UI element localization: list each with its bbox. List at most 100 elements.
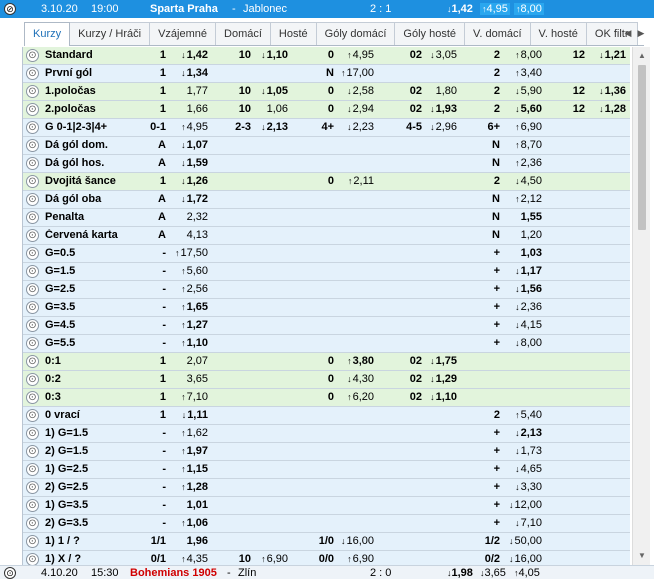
odd-cell[interactable]: ↓1,28	[599, 103, 626, 115]
expand-row-icon[interactable]: ⊙	[26, 49, 39, 62]
odd-cell[interactable]: ↑2,56	[181, 283, 208, 295]
odd-home[interactable]: ↓1,98	[447, 567, 473, 579]
odd-cell[interactable]: ↑3,80	[347, 355, 374, 367]
odd-cell[interactable]: ↓4,30	[347, 373, 374, 385]
collapse-icon[interactable]: ⊘	[4, 3, 16, 15]
tab-0[interactable]: Kurzy	[24, 22, 71, 46]
odd-cell[interactable]: ↑1,06	[181, 517, 208, 529]
odd-cell[interactable]: ↓12,00	[509, 499, 542, 511]
odd-cell[interactable]: ↓1,07	[181, 139, 208, 151]
scroll-down-icon[interactable]: ▼	[636, 550, 648, 562]
odd-cell[interactable]: ↑1,15	[181, 463, 208, 475]
expand-row-icon[interactable]: ⊙	[26, 517, 39, 530]
odd-cell[interactable]: ↑17,50	[175, 247, 208, 259]
odd-cell[interactable]: 1,80	[436, 85, 457, 97]
odd-cell[interactable]: 3,65	[187, 373, 208, 385]
odd-cell[interactable]: ↓1,36	[599, 85, 626, 97]
expand-row-icon[interactable]: ⊙	[26, 301, 39, 314]
match-row-top[interactable]: ⊘ 3.10.20 19:00 Sparta Praha - Jablonec …	[0, 0, 654, 18]
table-row[interactable]: ⊙ G 0-1|2-3|4+ 0-1 ↑4,95 2-3 ↓2,13 4+ ↓2,23 4-5 ↓…	[23, 119, 630, 137]
odd-cell[interactable]: ↓1,56	[515, 283, 542, 295]
odd-cell[interactable]: ↓16,00	[341, 535, 374, 547]
table-row[interactable]: ⊙ 0:3 1 ↑7,10 0 ↑6,20 02 ↓1,10	[23, 389, 630, 407]
odd-cell[interactable]: ↓1,73	[515, 445, 542, 457]
odd-cell[interactable]: ↓5,60	[515, 103, 542, 115]
odd-cell[interactable]: ↑5,60	[181, 265, 208, 277]
odd-cell[interactable]: ↑2,12	[515, 193, 542, 205]
odd-cell[interactable]: ↓1,05	[261, 85, 288, 97]
expand-row-icon[interactable]: ⊙	[26, 211, 39, 224]
tab-4[interactable]: Hosté	[269, 22, 317, 45]
odd-draw[interactable]: ↑4,95	[480, 3, 510, 15]
table-row[interactable]: ⊙ G=5.5 - ↑1,10 + ↓8,00	[23, 335, 630, 353]
odd-cell[interactable]: 2,32	[187, 211, 208, 223]
odd-cell[interactable]: ↑2,36	[515, 157, 542, 169]
table-row[interactable]: ⊙ Penalta A 2,32 N 1,55	[23, 209, 630, 227]
expand-row-icon[interactable]: ⊙	[26, 103, 39, 116]
odd-cell[interactable]: ↑8,00	[515, 49, 542, 61]
tab-scroll-right-icon[interactable]: ▶	[636, 26, 646, 40]
expand-row-icon[interactable]: ⊙	[26, 139, 39, 152]
odd-cell[interactable]: ↓2,36	[515, 301, 542, 313]
odd-cell[interactable]: ↓2,94	[347, 103, 374, 115]
vertical-scrollbar[interactable]: ▲ ▼	[632, 47, 650, 565]
expand-row-icon[interactable]: ⊙	[26, 355, 39, 368]
odd-cell[interactable]: ↑3,40	[515, 67, 542, 79]
odd-cell[interactable]: ↓8,00	[515, 337, 542, 349]
odd-cell[interactable]: ↑6,20	[347, 391, 374, 403]
table-row[interactable]: ⊙ Standard 1 ↓1,42 10 ↓1,10 0 ↑4,95 02 ↓3,05 2 ↑8,0…	[23, 47, 630, 65]
table-row[interactable]: ⊙ 0:2 1 3,65 0 ↓4,30 02 ↓1,29	[23, 371, 630, 389]
expand-row-icon[interactable]: ⊙	[26, 283, 39, 296]
expand-icon[interactable]: ⊙	[4, 567, 16, 579]
odd-cell[interactable]: ↓1,34	[181, 67, 208, 79]
odd-cell[interactable]: ↓1,42	[181, 49, 208, 61]
tab-7[interactable]: V. domácí	[464, 22, 531, 45]
expand-row-icon[interactable]: ⊙	[26, 247, 39, 260]
odd-cell[interactable]: ↑1,28	[181, 481, 208, 493]
expand-row-icon[interactable]: ⊙	[26, 427, 39, 440]
odd-cell[interactable]: ↓1,72	[181, 193, 208, 205]
expand-row-icon[interactable]: ⊙	[26, 463, 39, 476]
table-row[interactable]: ⊙ G=0.5 - ↑17,50 +1,03	[23, 245, 630, 263]
expand-row-icon[interactable]: ⊙	[26, 121, 39, 134]
odd-cell[interactable]: ↑1,10	[181, 337, 208, 349]
odd-cell[interactable]: ↓50,00	[509, 535, 542, 547]
odd-cell[interactable]: ↑2,11	[348, 175, 374, 187]
expand-row-icon[interactable]: ⊙	[26, 193, 39, 206]
tab-5[interactable]: Góly domácí	[315, 22, 396, 45]
expand-row-icon[interactable]: ⊙	[26, 319, 39, 332]
table-row[interactable]: ⊙ 2) G=1.5 - ↑1,97 + ↓1,73	[23, 443, 630, 461]
odd-cell[interactable]: ↓1,59	[181, 157, 208, 169]
tab-2[interactable]: Vzájemné	[149, 22, 217, 45]
table-row[interactable]: ⊙ 1.poločas 1 1,77 10 ↓1,05 0 ↓2,58 02 1,80 2 ↓5,90…	[23, 83, 630, 101]
expand-row-icon[interactable]: ⊙	[26, 175, 39, 188]
table-row[interactable]: ⊙ G=3.5 - ↑1,65 + ↓2,36	[23, 299, 630, 317]
odd-cell[interactable]: ↓4,50	[515, 175, 542, 187]
table-row[interactable]: ⊙ 2) G=3.5 - ↑1,06 + ↓7,10	[23, 515, 630, 533]
odd-cell[interactable]: 1,66	[187, 103, 208, 115]
table-row[interactable]: ⊙ G=4.5 - ↑1,27 + ↓4,15	[23, 317, 630, 335]
table-row[interactable]: ⊙ 0:1 1 2,07 0 ↑3,80 02 ↓1,75	[23, 353, 630, 371]
odd-cell[interactable]: ↑6,90	[347, 553, 374, 565]
odd-cell[interactable]: ↓1,29	[430, 373, 457, 385]
table-row[interactable]: ⊙ 1) X / ? 0/1 ↑4,35 10 ↑6,90 0/0 ↑6,90 0/2 ↓16,0…	[23, 551, 630, 565]
odd-away[interactable]: ↑4,05	[514, 567, 540, 579]
odd-cell[interactable]: ↓1,75	[430, 355, 457, 367]
table-row[interactable]: ⊙ 1) G=1.5 - ↑1,62 + ↓2,13	[23, 425, 630, 443]
expand-row-icon[interactable]: ⊙	[26, 157, 39, 170]
odd-cell[interactable]: ↑1,97	[181, 445, 208, 457]
odd-cell[interactable]: ↓1,93	[430, 103, 457, 115]
table-row[interactable]: ⊙ Dvojitá šance 1 ↓1,26 0 ↑2,11 2 ↓4,50	[23, 173, 630, 191]
odd-cell[interactable]: ↑4,95	[181, 121, 208, 133]
odd-cell[interactable]: ↓2,23	[347, 121, 374, 133]
odd-cell[interactable]: ↓4,15	[515, 319, 542, 331]
match-row-bottom[interactable]: ⊙ 4.10.20 15:30 Bohemians 1905 - Zlín 2 …	[0, 565, 654, 579]
odd-cell[interactable]: 1,77	[187, 85, 208, 97]
odd-cell[interactable]: ↓1,11	[182, 409, 208, 421]
odd-cell[interactable]: ↓7,10	[515, 517, 542, 529]
odd-cell[interactable]: ↓2,58	[347, 85, 374, 97]
odd-cell[interactable]: 1,96	[187, 535, 208, 547]
odd-draw[interactable]: ↓3,65	[480, 567, 506, 579]
odd-cell[interactable]: 1,20	[521, 229, 542, 241]
scrollbar-thumb[interactable]	[638, 65, 646, 230]
